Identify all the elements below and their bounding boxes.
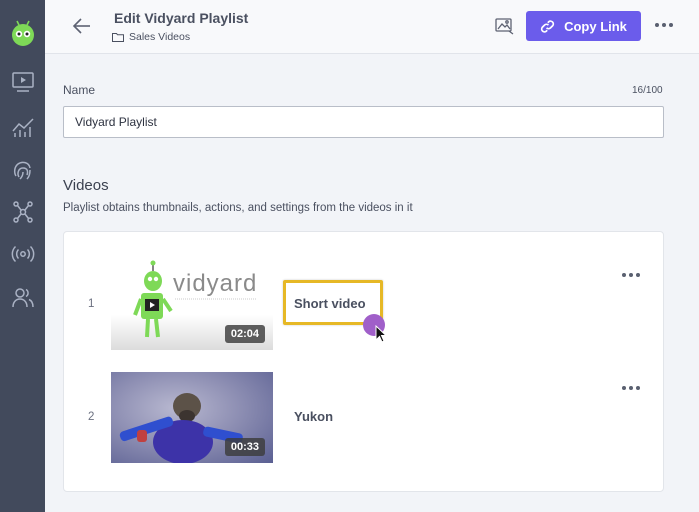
video-title[interactable]: Yukon	[294, 409, 333, 424]
network-icon[interactable]	[9, 198, 36, 225]
video-duration: 02:04	[224, 325, 265, 343]
fingerprint-icon[interactable]	[9, 155, 36, 182]
video-more-options-icon[interactable]	[622, 383, 640, 393]
videos-description: Playlist obtains thumbnails, actions, an…	[63, 202, 413, 214]
thumbnail-image-icon[interactable]	[495, 17, 515, 35]
video-thumbnail[interactable]: vidyard 02:04	[111, 259, 273, 350]
more-options-icon[interactable]	[655, 20, 673, 30]
page-title: Edit Vidyard Playlist	[114, 10, 249, 26]
playlist-name-input[interactable]	[63, 106, 664, 138]
logo-robot-icon[interactable]	[10, 20, 36, 46]
copy-link-button[interactable]: Copy Link	[526, 11, 641, 41]
video-index: 2	[88, 411, 95, 423]
broadcast-icon[interactable]	[9, 240, 36, 267]
page-header: Edit Vidyard Playlist Sales Videos Copy …	[45, 0, 699, 54]
back-arrow-icon[interactable]	[71, 16, 93, 36]
video-more-options-icon[interactable]	[622, 270, 640, 280]
videos-heading: Videos	[63, 177, 109, 194]
name-label: Name	[63, 83, 96, 97]
thumbnail-brand-text: vidyard	[173, 270, 258, 297]
breadcrumb-label: Sales Videos	[129, 31, 191, 43]
sidebar	[0, 0, 45, 512]
analytics-icon[interactable]	[9, 113, 36, 140]
link-icon	[540, 19, 555, 33]
video-thumbnail[interactable]: 00:33	[111, 372, 273, 463]
video-duration: 00:33	[224, 438, 265, 456]
video-index: 1	[88, 298, 95, 310]
playlist-videos-card: 1 vidyard 02:04 Short video 2 00:33 Yuko…	[63, 231, 664, 492]
breadcrumb[interactable]: Sales Videos	[112, 31, 190, 43]
video-library-icon[interactable]	[9, 68, 36, 95]
mouse-pointer-icon	[375, 325, 387, 343]
name-char-counter: 16/100	[632, 85, 663, 96]
users-icon[interactable]	[9, 284, 36, 311]
folder-icon	[112, 33, 124, 42]
copy-link-label: Copy Link	[564, 18, 627, 34]
